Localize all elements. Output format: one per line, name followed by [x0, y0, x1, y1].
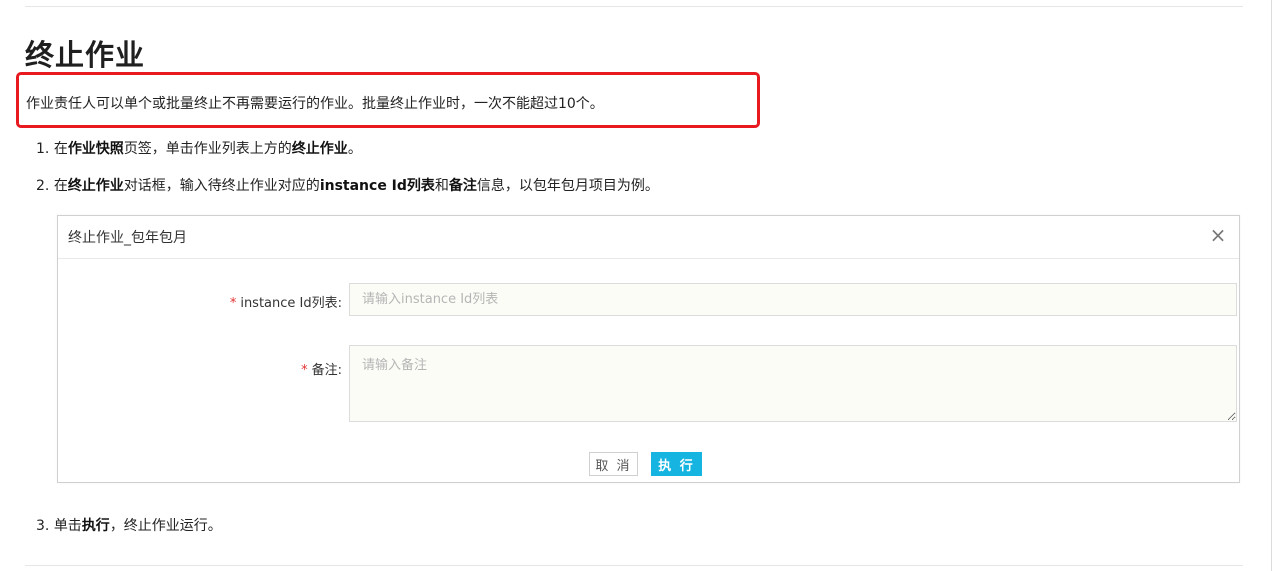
- terminate-job-dialog: 终止作业_包年包月 × *instance Id列表: *备注: 取 消 执 行: [57, 215, 1240, 483]
- intro-paragraph: 作业责任人可以单个或批量终止不再需要运行的作业。批量终止作业时，一次不能超过10…: [26, 96, 604, 112]
- step-number: 1.: [36, 141, 50, 157]
- top-divider: [25, 6, 1243, 7]
- step-bold-text: 备注: [448, 178, 477, 194]
- step-text: 在: [53, 141, 68, 157]
- step-text: 对话框，输入待终止作业对应的: [123, 178, 320, 194]
- step-text: 页签，单击作业列表上方的: [123, 141, 292, 157]
- step-text: 单击: [53, 518, 82, 534]
- bottom-divider: [25, 565, 1243, 566]
- step-text: 。: [347, 141, 362, 157]
- step-text: 在: [53, 178, 68, 194]
- step-bold-text: 终止作业: [67, 178, 124, 194]
- step-2: 2. 在终止作业对话框，输入待终止作业对应的instance Id列表和备注信息…: [36, 175, 659, 195]
- dialog-title: 终止作业_包年包月: [68, 230, 187, 246]
- step-bold-text: instance Id列表: [319, 178, 435, 194]
- note-label-text: 备注:: [311, 363, 342, 378]
- note-label: * 备注:: [301, 359, 342, 378]
- step-bold-text: 作业快照: [67, 141, 124, 157]
- scrollbar-track: [1271, 0, 1272, 571]
- required-mark: *: [229, 296, 237, 311]
- instance-id-label: * instance Id列表:: [230, 292, 342, 311]
- step-text: 信息，以包年包月项目为例。: [476, 178, 659, 194]
- execute-button[interactable]: 执 行: [651, 452, 702, 476]
- instance-id-label-text: instance Id列表:: [240, 296, 342, 311]
- step-text: ，终止作业运行。: [109, 518, 222, 534]
- required-mark: *: [301, 363, 308, 378]
- cancel-button[interactable]: 取 消: [589, 452, 638, 476]
- step-1: 1. 在作业快照页签，单击作业列表上方的终止作业。: [36, 138, 362, 158]
- step-3: 3. 单击执行，终止作业运行。: [36, 515, 222, 535]
- dialog-header: 终止作业_包年包月 ×: [58, 216, 1239, 259]
- step-bold-text: 终止作业: [291, 141, 348, 157]
- instance-id-input[interactable]: [349, 283, 1237, 316]
- step-bold-text: 执行: [81, 518, 110, 534]
- step-number: 3.: [36, 518, 50, 534]
- page-title: 终止作业: [25, 38, 146, 72]
- step-number: 2.: [36, 178, 50, 194]
- note-textarea[interactable]: [349, 345, 1237, 422]
- close-icon[interactable]: ×: [1208, 225, 1228, 245]
- step-text: 和: [434, 178, 449, 194]
